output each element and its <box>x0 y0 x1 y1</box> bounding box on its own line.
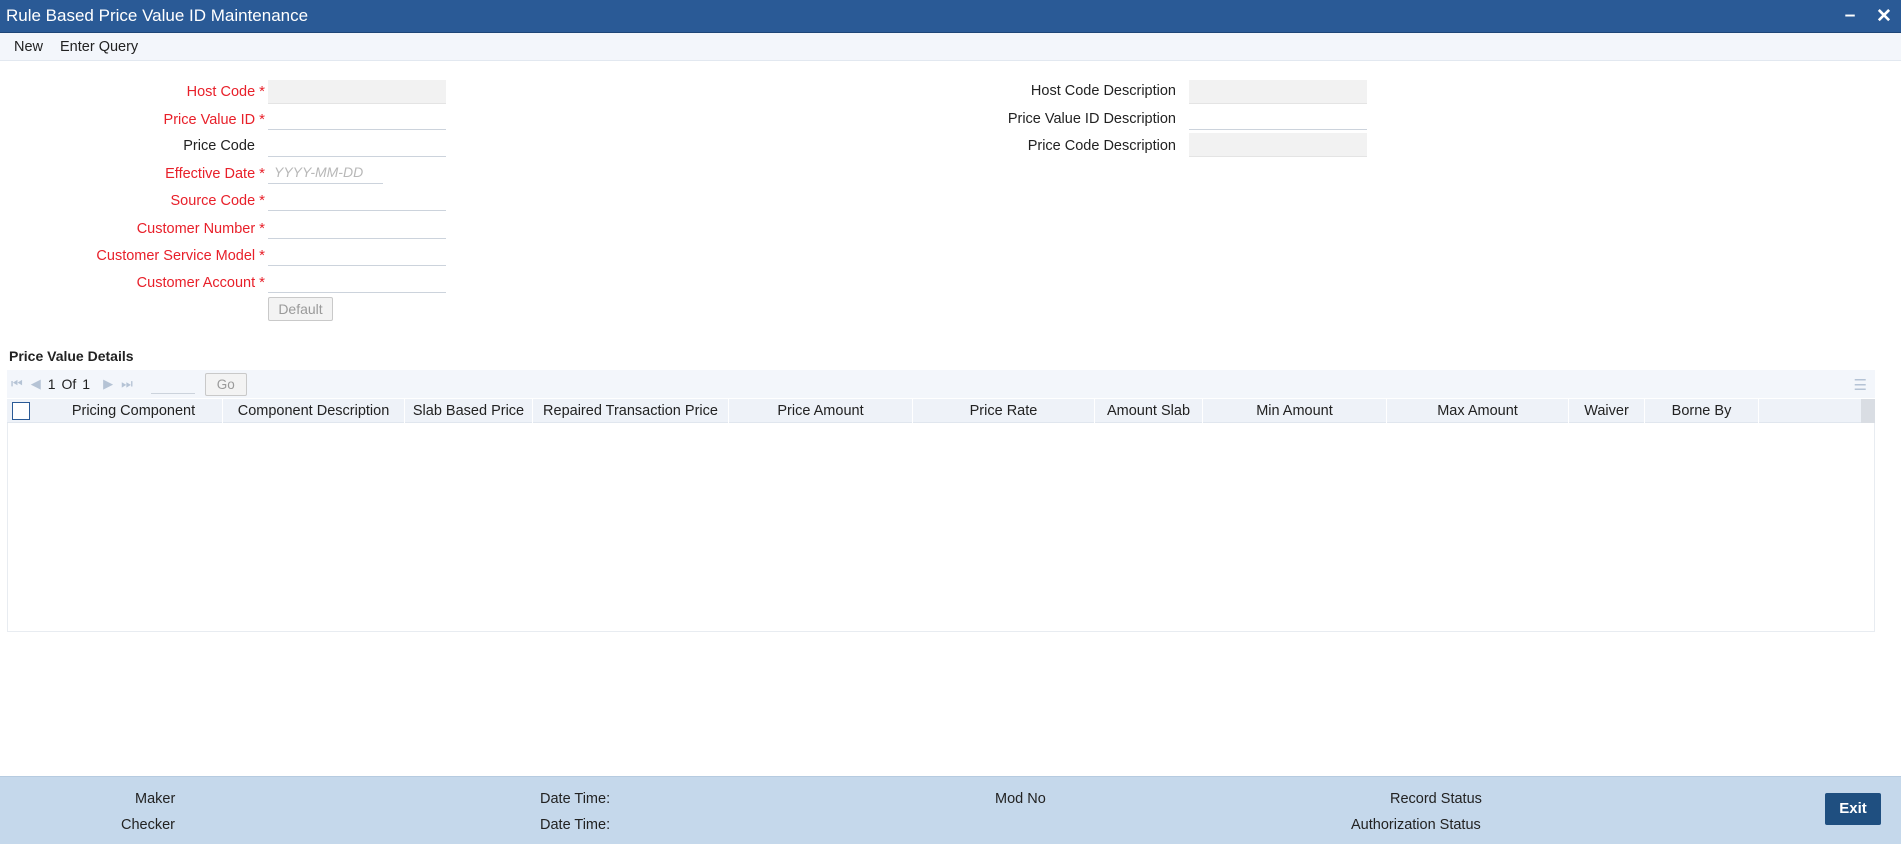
previous-page-icon[interactable]: ◀ <box>31 376 41 392</box>
grid-body <box>7 423 1875 632</box>
maker-date-time-label: Date Time: <box>540 791 611 807</box>
customer-account-label: Customer Account * <box>136 274 265 291</box>
record-status-label: Record Status <box>1390 791 1482 807</box>
go-button[interactable]: Go <box>204 372 247 396</box>
source-code-label: Source Code * <box>170 192 265 209</box>
grid-scrollbar[interactable] <box>1861 399 1875 423</box>
price-value-id-field[interactable] <box>268 106 446 130</box>
host-code-description-field[interactable] <box>1189 80 1367 104</box>
grid-header: Pricing Component Component Description … <box>7 398 1875 423</box>
checker-date-time-label: Date Time: <box>540 817 611 833</box>
customer-service-model-label: Customer Service Model * <box>96 247 265 264</box>
grid-pager: ⏮ ◀ 1 Of 1 ▶ ⏭ Go ☰ <box>7 370 1875 398</box>
list-view-icon[interactable]: ☰ <box>1854 376 1867 394</box>
last-page-icon[interactable]: ⏭ <box>121 376 133 392</box>
page-number-input[interactable] <box>150 374 195 394</box>
total-pages: 1 <box>82 376 91 392</box>
customer-number-label: Customer Number * <box>136 220 265 237</box>
host-code-description-label: Host Code Description <box>1030 83 1176 99</box>
effective-date-label: Effective Date * <box>165 165 265 182</box>
price-value-details-title: Price Value Details <box>9 348 134 364</box>
price-value-id-description-field[interactable] <box>1189 106 1367 130</box>
price-code-label: Price Code <box>183 138 255 154</box>
column-header[interactable]: Pricing Component <box>45 398 223 423</box>
column-header[interactable]: Waiver <box>1569 398 1645 423</box>
column-header[interactable]: Repaired Transaction Price <box>533 398 729 423</box>
price-value-id-label: Price Value ID * <box>163 111 265 128</box>
customer-service-model-field[interactable] <box>268 242 446 266</box>
column-header[interactable]: Borne By <box>1645 398 1759 423</box>
effective-date-field[interactable] <box>268 160 383 184</box>
customer-number-field[interactable] <box>268 215 446 239</box>
checker-label: Checker <box>121 817 175 833</box>
customer-account-field[interactable] <box>268 269 446 293</box>
default-button[interactable]: Default <box>268 297 333 321</box>
host-code-field[interactable] <box>268 80 446 104</box>
price-code-description-label: Price Code Description <box>1027 138 1176 154</box>
enter-query-button[interactable]: Enter Query <box>50 39 145 55</box>
source-code-field[interactable] <box>268 187 446 211</box>
price-code-description-field[interactable] <box>1189 133 1367 157</box>
column-header[interactable]: Amount Slab <box>1095 398 1203 423</box>
page-of-label: Of <box>61 376 77 392</box>
exit-button[interactable]: Exit <box>1825 793 1881 825</box>
host-code-label: Host Code * <box>186 83 265 100</box>
column-header[interactable]: Price Amount <box>729 398 913 423</box>
mod-no-label: Mod No <box>995 791 1046 807</box>
menu-bar: New Enter Query <box>0 33 1901 61</box>
next-page-icon[interactable]: ▶ <box>103 376 113 392</box>
column-header[interactable]: Slab Based Price <box>405 398 533 423</box>
price-value-id-description-label: Price Value ID Description <box>1007 111 1176 127</box>
audit-footer: Maker Checker Date Time: Date Time: Mod … <box>0 776 1901 844</box>
column-header[interactable]: Price Rate <box>913 398 1095 423</box>
close-icon[interactable]: ✕ <box>1867 0 1901 33</box>
window-titlebar: Rule Based Price Value ID Maintenance – … <box>0 0 1901 33</box>
authorization-status-label: Authorization Status <box>1351 817 1481 833</box>
new-button[interactable]: New <box>0 39 50 55</box>
select-all-checkbox[interactable] <box>12 401 30 420</box>
minimize-icon[interactable]: – <box>1833 0 1867 33</box>
current-page: 1 <box>47 376 56 392</box>
column-header[interactable]: Max Amount <box>1387 398 1569 423</box>
column-header[interactable]: Min Amount <box>1203 398 1387 423</box>
price-code-field[interactable] <box>268 133 446 157</box>
column-header[interactable]: Component Description <box>223 398 405 423</box>
first-page-icon[interactable]: ⏮ <box>11 376 23 392</box>
window-title: Rule Based Price Value ID Maintenance <box>6 6 309 25</box>
maker-label: Maker <box>135 791 176 807</box>
